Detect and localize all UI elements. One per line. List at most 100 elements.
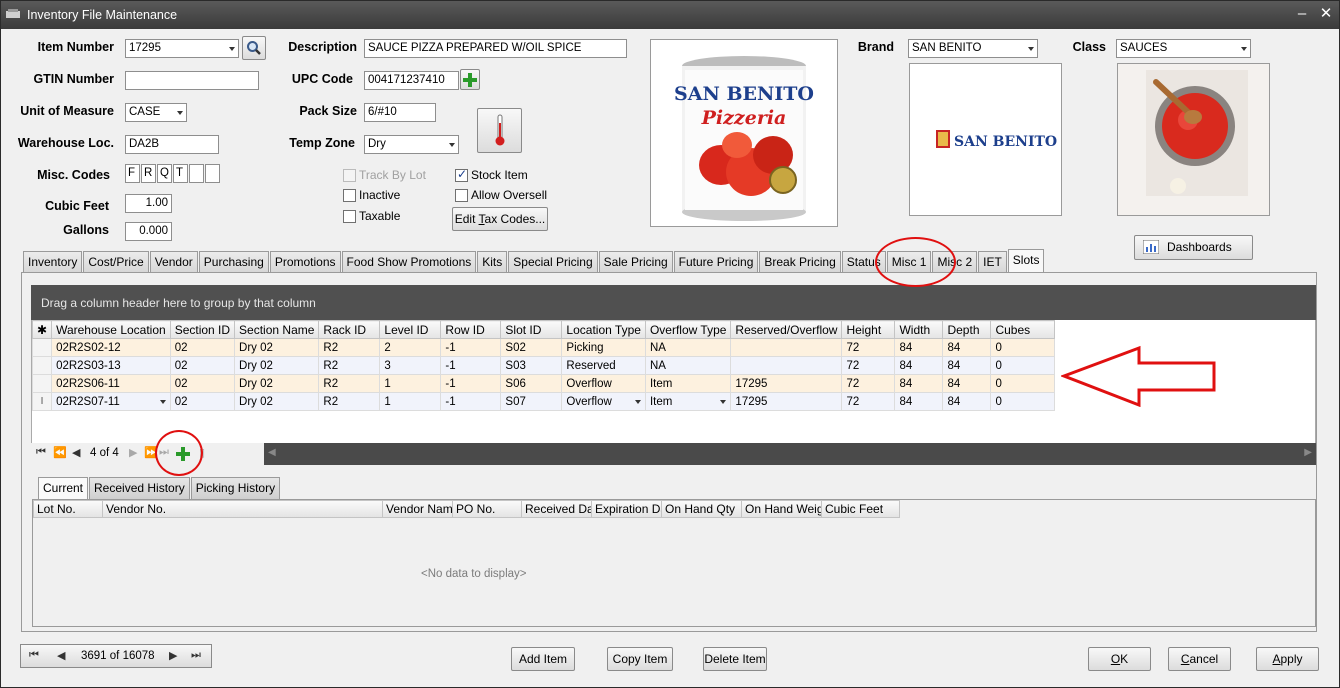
tab-picking-history[interactable]: Picking History <box>190 477 281 499</box>
col-expiration-date[interactable]: Expiration Dat <box>591 500 662 518</box>
last-item-icon[interactable]: ⏭ <box>191 649 201 662</box>
brand-select[interactable]: SAN BENITO <box>908 39 1038 58</box>
table-cell[interactable]: Dry 02 <box>234 374 320 393</box>
first-item-icon[interactable]: ⏮ <box>29 649 39 662</box>
item-number-combo[interactable]: 17295 <box>125 39 239 58</box>
tab-slots[interactable]: Slots <box>1007 249 1045 273</box>
taxable-checkbox[interactable] <box>343 210 356 223</box>
table-row[interactable]: 02R2S02-12 02 Dry 02 R2 2 -1 S02 Picking… <box>31 338 1056 357</box>
table-cell[interactable]: S07 <box>500 392 563 411</box>
table-cell[interactable]: 84 <box>942 392 992 411</box>
table-cell[interactable]: 02R2S03-13 <box>51 356 171 375</box>
col-reserved-overflow[interactable]: Reserved/Overflow <box>730 320 843 339</box>
table-cell[interactable]: 84 <box>942 338 992 357</box>
table-cell[interactable]: -1 <box>440 374 502 393</box>
col-depth[interactable]: Depth <box>942 320 992 339</box>
tab-special-pricing[interactable]: Special Pricing <box>508 251 598 273</box>
cubic-feet-input[interactable]: 1.00 <box>125 194 172 213</box>
tab-vendor[interactable]: Vendor <box>149 251 198 273</box>
col-section-name[interactable]: Section Name <box>234 320 320 339</box>
table-cell[interactable]: 1 <box>379 374 442 393</box>
edit-tax-codes-button[interactable]: Edit Tax Codes... <box>452 207 548 231</box>
delete-item-button[interactable]: Delete Item <box>703 647 767 671</box>
add-item-button[interactable]: Add Item <box>511 647 575 671</box>
tab-cost-price[interactable]: Cost/Price <box>83 251 149 273</box>
col-on-hand-qty[interactable]: On Hand Qty <box>661 500 742 518</box>
table-cell[interactable]: 0 <box>990 338 1056 357</box>
table-cell[interactable]: Reserved <box>561 356 646 375</box>
overflow-type-editor[interactable]: Item <box>644 392 732 411</box>
ok-button[interactable]: OK <box>1088 647 1151 671</box>
table-cell[interactable]: 02R2S02-12 <box>51 338 171 357</box>
table-cell[interactable]: 17295 <box>730 374 843 393</box>
table-cell[interactable]: 2 <box>379 338 442 357</box>
close-button[interactable]: ✕ <box>1317 5 1335 23</box>
table-row-current[interactable]: I 02R2S07-11 02 Dry 02 R2 1 -1 S07 Overf… <box>31 392 1056 411</box>
table-cell[interactable]: 17295 <box>730 392 843 411</box>
current-row-indicator[interactable]: I <box>31 392 53 411</box>
allow-oversell-checkbox[interactable] <box>455 189 468 202</box>
col-level-id[interactable]: Level ID <box>379 320 442 339</box>
misc-code-3[interactable]: Q <box>157 164 172 183</box>
table-cell[interactable] <box>730 356 843 375</box>
minimize-button[interactable]: ‒ <box>1293 5 1311 23</box>
table-cell[interactable]: 72 <box>841 356 896 375</box>
table-cell[interactable]: -1 <box>440 356 502 375</box>
location-type-editor[interactable]: Overflow <box>561 392 646 411</box>
next-item-icon[interactable]: ▶ <box>169 649 177 662</box>
temp-zone-select[interactable]: Dry <box>364 135 459 154</box>
misc-code-6[interactable] <box>205 164 220 183</box>
col-cubic-feet[interactable]: Cubic Feet <box>821 500 900 518</box>
col-section-id[interactable]: Section ID <box>169 320 236 339</box>
tab-sale-pricing[interactable]: Sale Pricing <box>598 251 673 273</box>
table-cell[interactable]: 02 <box>169 392 236 411</box>
table-cell[interactable]: 84 <box>894 338 944 357</box>
scroll-right-icon[interactable]: ▶ <box>1304 447 1312 458</box>
row-indicator[interactable] <box>31 374 53 393</box>
temp-zone-button[interactable] <box>477 108 522 153</box>
gallons-input[interactable]: 0.000 <box>125 222 172 241</box>
table-cell[interactable]: R2 <box>318 392 381 411</box>
tab-received-history[interactable]: Received History <box>89 477 190 499</box>
table-cell[interactable]: Picking <box>561 338 646 357</box>
upc-input[interactable]: 004171237410 <box>364 71 459 90</box>
class-select[interactable]: SAUCES <box>1116 39 1251 58</box>
tab-food-show-promotions[interactable]: Food Show Promotions <box>341 251 477 273</box>
prev-item-icon[interactable]: ◀ <box>57 649 65 662</box>
table-cell[interactable]: 02 <box>169 356 236 375</box>
col-vendor-no[interactable]: Vendor No. <box>102 500 383 518</box>
misc-code-5[interactable] <box>189 164 204 183</box>
table-cell[interactable]: -1 <box>440 392 502 411</box>
tab-current[interactable]: Current <box>38 477 89 499</box>
misc-code-1[interactable]: F <box>125 164 140 183</box>
table-cell[interactable]: 1 <box>379 392 442 411</box>
col-lot-no[interactable]: Lot No. <box>33 500 103 518</box>
table-cell[interactable]: 84 <box>894 392 944 411</box>
col-row-id[interactable]: Row ID <box>440 320 502 339</box>
table-cell[interactable]: R2 <box>318 338 381 357</box>
table-cell[interactable]: 3 <box>379 356 442 375</box>
tab-break-pricing[interactable]: Break Pricing <box>759 251 841 273</box>
first-record-icon[interactable]: ⏮ <box>36 446 46 459</box>
table-cell[interactable]: 84 <box>894 374 944 393</box>
table-cell[interactable]: Dry 02 <box>234 356 320 375</box>
inactive-checkbox[interactable] <box>343 189 356 202</box>
table-cell[interactable]: NA <box>644 338 732 357</box>
col-warehouse-location[interactable]: Warehouse Location <box>51 320 171 339</box>
col-po-no[interactable]: PO No. <box>452 500 522 518</box>
tab-promotions[interactable]: Promotions <box>269 251 341 273</box>
warehouse-input[interactable]: DA2B <box>125 135 219 154</box>
table-cell[interactable]: 72 <box>841 374 896 393</box>
table-row[interactable]: 02R2S06-11 02 Dry 02 R2 1 -1 S06 Overflo… <box>31 374 1056 393</box>
table-cell[interactable]: 02 <box>169 338 236 357</box>
stock-item-checkbox[interactable]: ✓ <box>455 167 468 182</box>
next-record-icon[interactable]: ▶ <box>129 446 137 459</box>
chevron-down-icon[interactable] <box>634 400 641 404</box>
table-cell[interactable]: 0 <box>990 374 1056 393</box>
col-vendor-name[interactable]: Vendor Name <box>382 500 453 518</box>
col-rack-id[interactable]: Rack ID <box>318 320 381 339</box>
table-cell[interactable]: 72 <box>841 392 896 411</box>
col-height[interactable]: Height <box>841 320 896 339</box>
tab-future-pricing[interactable]: Future Pricing <box>673 251 759 273</box>
table-cell[interactable]: S02 <box>500 338 563 357</box>
